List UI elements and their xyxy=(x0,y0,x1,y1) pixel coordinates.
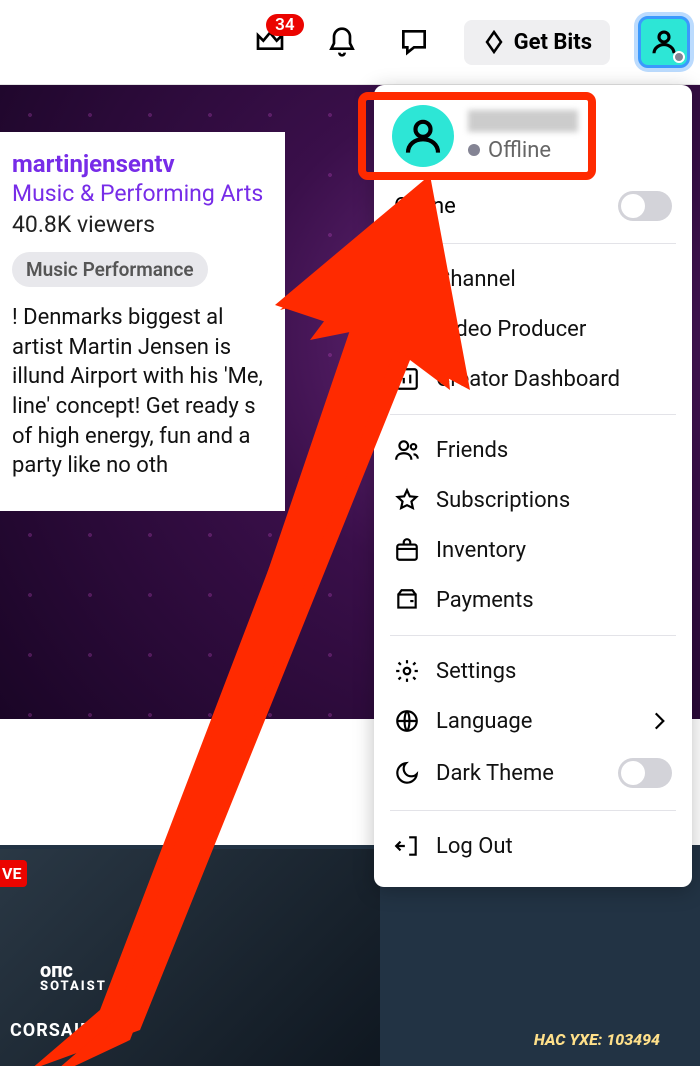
menu-label: Dark Theme xyxy=(436,761,554,786)
menu-item-settings[interactable]: Settings xyxy=(374,646,692,696)
logout-icon xyxy=(394,833,420,859)
gear-icon xyxy=(394,658,420,684)
dark-theme-toggle[interactable] xyxy=(618,758,672,788)
chat-icon xyxy=(398,26,430,58)
user-dropdown-menu: Offline Online Channel Video Producer Cr… xyxy=(374,85,692,887)
stream-description: ! Denmarks biggest al artist Martin Jens… xyxy=(12,303,269,481)
moon-icon xyxy=(394,760,420,786)
status-dot xyxy=(468,144,480,156)
status-label: Offline xyxy=(488,138,551,163)
avatar xyxy=(392,105,454,167)
friends-icon xyxy=(394,437,420,463)
menu-item-subscriptions[interactable]: Subscriptions xyxy=(374,475,692,525)
menu-item-payments[interactable]: Payments xyxy=(374,575,692,625)
notifications-button[interactable] xyxy=(320,20,364,64)
channel-name[interactable]: martinjensentv xyxy=(12,150,269,178)
menu-label: Video Producer xyxy=(436,317,586,342)
online-toggle[interactable] xyxy=(618,191,672,221)
menu-item-language[interactable]: Language xyxy=(374,696,692,746)
status-indicator xyxy=(673,51,685,63)
prime-loot-button[interactable]: 34 xyxy=(248,20,292,64)
menu-label: Language xyxy=(436,709,532,734)
online-label: Online xyxy=(394,194,456,219)
channel-info-card: martinjensentv Music & Performing Arts 4… xyxy=(0,132,285,511)
menu-label: Friends xyxy=(436,438,508,463)
user-menu-button[interactable] xyxy=(638,16,690,68)
notification-badge: 34 xyxy=(266,14,303,36)
username-blurred xyxy=(468,110,578,132)
bell-icon xyxy=(326,26,358,58)
menu-item-friends[interactable]: Friends xyxy=(374,425,692,475)
topbar: 34 Get Bits xyxy=(0,0,700,85)
menu-label: Payments xyxy=(436,588,534,613)
bits-icon xyxy=(482,30,506,54)
camera-icon xyxy=(394,266,420,292)
menu-item-dark-theme: Dark Theme xyxy=(374,746,692,800)
menu-label: Creator Dashboard xyxy=(436,367,620,392)
menu-label: Channel xyxy=(436,267,516,292)
menu-label: Log Out xyxy=(436,834,513,859)
menu-item-video-producer[interactable]: Video Producer xyxy=(374,304,692,354)
get-bits-label: Get Bits xyxy=(514,30,592,55)
stream-counter-text: HAC YXE: 103494 xyxy=(534,1030,660,1049)
live-badge: VE xyxy=(0,860,27,887)
wallet-icon xyxy=(394,587,420,613)
stream-overlay-text: опс SOTAIST xyxy=(40,960,107,993)
menu-label: Inventory xyxy=(436,538,526,563)
menu-item-inventory[interactable]: Inventory xyxy=(374,525,692,575)
whispers-button[interactable] xyxy=(392,20,436,64)
viewer-count: 40.8K viewers xyxy=(12,211,269,238)
user-icon xyxy=(403,116,443,156)
menu-item-creator-dashboard[interactable]: Creator Dashboard xyxy=(374,354,692,404)
globe-icon xyxy=(394,708,420,734)
menu-header: Offline xyxy=(374,97,692,181)
box-icon xyxy=(394,537,420,563)
online-toggle-row: Online xyxy=(374,181,692,233)
menu-label: Subscriptions xyxy=(436,488,570,513)
channel-category[interactable]: Music & Performing Arts xyxy=(12,180,269,207)
stream-tag[interactable]: Music Performance xyxy=(12,252,208,287)
sliders-icon xyxy=(394,316,420,342)
presence-status: Offline xyxy=(468,138,578,163)
menu-label: Settings xyxy=(436,659,516,684)
menu-item-channel[interactable]: Channel xyxy=(374,254,692,304)
dashboard-icon xyxy=(394,366,420,392)
chevron-right-icon xyxy=(646,708,672,734)
star-icon xyxy=(394,487,420,513)
menu-item-logout[interactable]: Log Out xyxy=(374,821,692,871)
get-bits-button[interactable]: Get Bits xyxy=(464,20,610,65)
sponsor-logo-text: CORSAIR xyxy=(10,1020,93,1041)
